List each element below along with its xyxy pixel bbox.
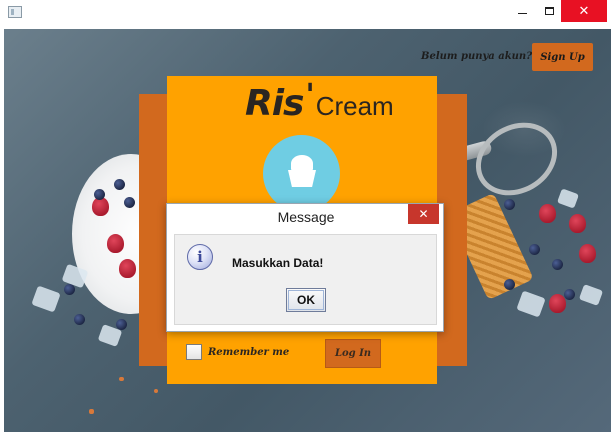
remember-me-checkbox[interactable] bbox=[186, 344, 202, 360]
crumb bbox=[119, 377, 124, 381]
blueberry bbox=[64, 284, 75, 295]
ice-cube bbox=[516, 290, 546, 318]
blueberry bbox=[564, 289, 575, 300]
remember-me-row[interactable]: Remember me bbox=[186, 344, 289, 360]
info-icon: i bbox=[187, 244, 213, 270]
raspberry bbox=[579, 244, 596, 263]
blueberry bbox=[74, 314, 85, 325]
blueberry bbox=[552, 259, 563, 270]
blueberry bbox=[94, 189, 105, 200]
window-titlebar: ✕ bbox=[0, 0, 615, 28]
brand-logo-text: Ris ' Cream bbox=[245, 78, 394, 124]
blueberry bbox=[504, 199, 515, 210]
dialog-title: Message bbox=[277, 209, 335, 225]
raspberry bbox=[119, 259, 136, 278]
dialog-body: i Masukkan Data! OK bbox=[174, 234, 437, 325]
dialog-message: Masukkan Data! bbox=[232, 256, 324, 270]
close-icon: ✕ bbox=[418, 207, 429, 221]
blueberry bbox=[529, 244, 540, 255]
signup-prompt-label: Belum punya akun? bbox=[421, 51, 533, 62]
minimize-icon bbox=[517, 12, 527, 14]
close-icon: ✕ bbox=[578, 3, 590, 19]
ice-cream-cup-icon bbox=[291, 155, 313, 172]
ice-cube bbox=[578, 284, 604, 306]
window-bottom-border bbox=[0, 432, 615, 440]
remember-me-label: Remember me bbox=[208, 346, 290, 358]
maximize-icon bbox=[544, 7, 554, 15]
minimize-button[interactable] bbox=[507, 0, 537, 22]
crumb bbox=[154, 389, 158, 393]
app-window-icon bbox=[8, 6, 22, 18]
signup-button[interactable]: Sign Up bbox=[532, 43, 593, 71]
ok-button[interactable]: OK bbox=[286, 288, 326, 312]
brand-name-part1: Ris bbox=[245, 83, 304, 124]
blueberry bbox=[114, 179, 125, 190]
maximize-button[interactable] bbox=[534, 0, 564, 22]
ice-cream-cup-base bbox=[288, 170, 316, 187]
ice-cream-scoop-image bbox=[462, 108, 571, 210]
window-close-button[interactable]: ✕ bbox=[561, 0, 607, 22]
crumb bbox=[89, 409, 94, 414]
blueberry bbox=[124, 197, 135, 208]
login-button[interactable]: Log In bbox=[325, 339, 381, 368]
ice-cube bbox=[31, 285, 61, 313]
raspberry bbox=[539, 204, 556, 223]
message-dialog: Message ✕ i Masukkan Data! OK bbox=[166, 203, 444, 332]
raspberry bbox=[569, 214, 586, 233]
brand-name-part2: Cream bbox=[315, 91, 394, 121]
dialog-close-button[interactable]: ✕ bbox=[408, 204, 439, 224]
raspberry bbox=[107, 234, 124, 253]
brand-apostrophe: ' bbox=[305, 78, 315, 113]
blueberry bbox=[504, 279, 515, 290]
raspberry bbox=[549, 294, 566, 313]
ice-cube bbox=[556, 188, 580, 209]
